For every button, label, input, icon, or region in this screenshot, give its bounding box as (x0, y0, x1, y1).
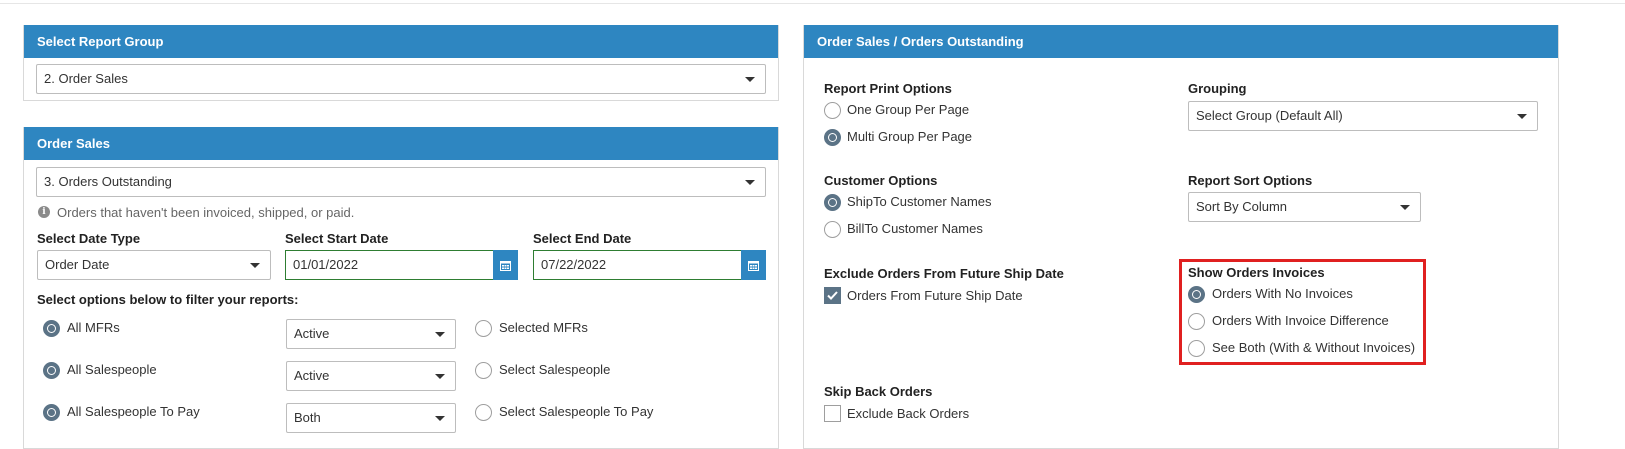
selected-mfrs-radio[interactable] (475, 320, 492, 337)
outstanding-header: Order Sales / Orders Outstanding (804, 25, 1558, 58)
order-sales-panel: Order Sales 3. Orders Outstanding i Orde… (23, 127, 779, 449)
start-date-input[interactable]: 01/01/2022 (285, 250, 518, 280)
one-group-per-page-radio[interactable] (824, 102, 841, 119)
calendar-icon[interactable] (741, 250, 766, 280)
filter-instructions: Select options below to filter your repo… (37, 292, 299, 307)
all-salespeople-radio[interactable] (43, 362, 60, 379)
chevron-down-icon (745, 77, 755, 82)
salespeople-status-select[interactable]: Active (286, 361, 456, 391)
report-group-select[interactable]: 2. Order Sales (36, 64, 766, 94)
order-sales-report-value: 3. Orders Outstanding (44, 174, 172, 189)
end-date-label: Select End Date (533, 231, 632, 246)
mfr-status-value: Active (294, 326, 330, 341)
grouping-select[interactable]: Select Group (Default All) (1188, 101, 1538, 131)
chevron-down-icon (435, 332, 445, 337)
all-salespeople-to-pay-label: All Salespeople To Pay (67, 404, 200, 419)
see-both-label: See Both (With & Without Invoices) (1212, 340, 1416, 355)
multi-group-per-page-label: Multi Group Per Page (847, 129, 973, 144)
chevron-down-icon (250, 263, 260, 268)
sort-options-select[interactable]: Sort By Column (1188, 192, 1421, 222)
salespeople-status-value: Active (294, 368, 330, 383)
chevron-down-icon (745, 180, 755, 185)
customer-options-label: Customer Options (824, 173, 938, 188)
salespeople-to-pay-status-select[interactable]: Both (286, 403, 456, 433)
date-type-value: Order Date (45, 257, 110, 272)
future-ship-date-checkbox[interactable] (824, 287, 841, 304)
chevron-down-icon (1517, 114, 1527, 119)
order-sales-header: Order Sales (24, 127, 778, 160)
shipto-customer-names-radio[interactable] (824, 194, 841, 211)
selected-mfrs-label: Selected MFRs (499, 320, 588, 335)
all-salespeople-to-pay-radio[interactable] (43, 404, 60, 421)
chevron-down-icon (435, 416, 445, 421)
print-options-label: Report Print Options (824, 81, 952, 96)
date-type-label: Select Date Type (37, 231, 141, 246)
exclude-back-orders-checkbox[interactable] (824, 405, 841, 422)
chevron-down-icon (435, 374, 445, 379)
all-salespeople-label: All Salespeople (67, 362, 157, 377)
start-date-label: Select Start Date (285, 231, 389, 246)
billto-customer-names-label: BillTo Customer Names (847, 221, 983, 236)
no-invoices-label: Orders With No Invoices (1212, 286, 1353, 301)
start-date-value: 01/01/2022 (293, 257, 359, 272)
exclude-future-label: Exclude Orders From Future Ship Date (824, 266, 1064, 281)
sort-options-label: Report Sort Options (1188, 173, 1313, 188)
chevron-down-icon (1400, 205, 1410, 210)
end-date-value: 07/22/2022 (541, 257, 607, 272)
report-group-select-value: 2. Order Sales (44, 71, 128, 86)
invoice-difference-label: Orders With Invoice Difference (1212, 313, 1389, 328)
no-invoices-radio[interactable] (1188, 286, 1205, 303)
grouping-value: Select Group (Default All) (1196, 108, 1343, 123)
sort-options-value: Sort By Column (1196, 199, 1288, 214)
select-salespeople-to-pay-label: Select Salespeople To Pay (499, 404, 654, 419)
exclude-back-orders-label: Exclude Back Orders (847, 406, 970, 421)
multi-group-per-page-radio[interactable] (824, 129, 841, 146)
shipto-customer-names-label: ShipTo Customer Names (847, 194, 992, 209)
invoice-difference-radio[interactable] (1188, 313, 1205, 330)
top-divider (0, 3, 1625, 4)
billto-customer-names-radio[interactable] (824, 221, 841, 238)
report-group-header: Select Report Group (24, 25, 778, 58)
order-sales-report-select[interactable]: 3. Orders Outstanding (36, 167, 766, 197)
select-salespeople-radio[interactable] (475, 362, 492, 379)
select-salespeople-label: Select Salespeople (499, 362, 611, 377)
future-ship-date-label: Orders From Future Ship Date (847, 288, 1023, 303)
all-mfrs-label: All MFRs (67, 320, 120, 335)
outstanding-options-panel: Order Sales / Orders Outstanding Report … (803, 25, 1559, 449)
skip-back-orders-label: Skip Back Orders (824, 384, 933, 399)
salespeople-to-pay-status-value: Both (294, 410, 321, 425)
show-invoices-label: Show Orders Invoices (1188, 265, 1325, 280)
calendar-icon[interactable] (493, 250, 518, 280)
one-group-per-page-label: One Group Per Page (847, 102, 970, 117)
select-salespeople-to-pay-radio[interactable] (475, 404, 492, 421)
all-mfrs-radio[interactable] (43, 320, 60, 337)
mfr-status-select[interactable]: Active (286, 319, 456, 349)
grouping-label: Grouping (1188, 81, 1247, 96)
checkmark-icon (827, 291, 838, 300)
date-type-select[interactable]: Order Date (37, 250, 271, 280)
report-info-text: Orders that haven't been invoiced, shipp… (57, 205, 355, 220)
report-group-panel: Select Report Group 2. Order Sales (23, 25, 779, 101)
see-both-radio[interactable] (1188, 340, 1205, 357)
info-icon: i (38, 206, 50, 218)
end-date-input[interactable]: 07/22/2022 (533, 250, 766, 280)
